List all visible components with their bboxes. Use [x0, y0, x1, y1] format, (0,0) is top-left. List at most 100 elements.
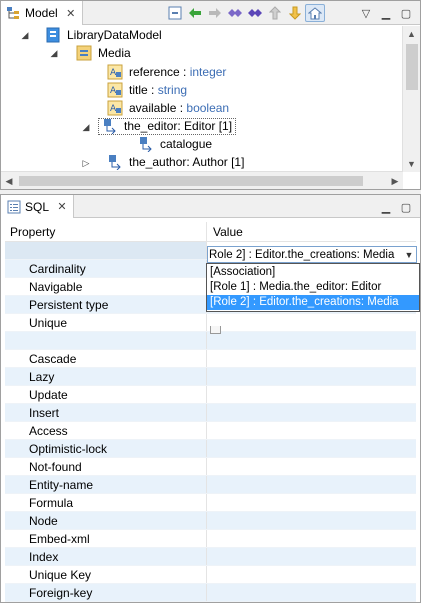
table-row[interactable] [5, 332, 416, 350]
table-row[interactable]: Index [5, 548, 416, 566]
property-name: Access [5, 422, 207, 439]
model-horizontal-scrollbar[interactable]: ◀ ▶ [1, 171, 403, 189]
svg-text:A: A [110, 104, 117, 114]
property-category [5, 332, 207, 349]
scroll-thumb[interactable] [406, 44, 418, 90]
view-menu-icon[interactable]: ▽ [356, 4, 376, 22]
tree-node-label: catalogue [160, 137, 213, 151]
tree-node-attribute[interactable]: A available : boolean [107, 99, 229, 117]
maximize-icon[interactable]: ▢ [396, 4, 416, 22]
table-row[interactable]: Node [5, 512, 416, 530]
table-row[interactable]: Update [5, 386, 416, 404]
tree-node-root[interactable]: LibraryDataModel [45, 26, 162, 44]
property-name: Node [5, 512, 207, 529]
property-value[interactable] [207, 512, 416, 529]
dropdown-option[interactable]: [Role 1] : Media.the_editor: Editor [207, 280, 419, 295]
property-value[interactable] [207, 530, 416, 547]
property-value[interactable] [207, 314, 416, 331]
dropdown-option[interactable]: [Association] [207, 265, 419, 280]
property-name: Foreign-key [5, 584, 207, 601]
relation-icon [138, 136, 154, 153]
collapsed-triangle-icon[interactable]: ▷ [81, 158, 91, 168]
scroll-right-icon[interactable]: ▶ [387, 172, 403, 190]
table-row[interactable]: Not-found [5, 458, 416, 476]
down-icon[interactable] [285, 4, 305, 22]
link-icon[interactable] [225, 4, 245, 22]
relation-icon [107, 154, 123, 171]
sql-tab[interactable]: SQL ✕ [1, 195, 75, 218]
property-name: Formula [5, 494, 207, 511]
property-value[interactable] [207, 332, 416, 349]
minimize-icon[interactable]: ▁ [376, 198, 396, 216]
attribute-name: title [129, 83, 148, 97]
checkbox-partial[interactable] [210, 326, 221, 334]
forward-icon[interactable] [205, 4, 225, 22]
table-row[interactable]: Insert [5, 404, 416, 422]
model-vertical-scrollbar[interactable]: ▲ ▼ [402, 26, 420, 172]
property-name: Entity-name [5, 476, 207, 493]
tree-node-label: the_editor: Editor [1] [124, 119, 233, 133]
minimize-icon[interactable]: ▁ [376, 4, 396, 22]
model-tree: ◢ LibraryDataModel ◢ Media A reference :… [1, 26, 403, 172]
dropdown-option-selected[interactable]: [Role 2] : Editor.the_creations: Media [207, 295, 419, 310]
property-value[interactable] [207, 494, 416, 511]
model-tab[interactable]: Model ✕ [1, 1, 83, 25]
tree-node-attribute[interactable]: A reference : integer [107, 63, 226, 81]
table-row[interactable]: Cascade [5, 350, 416, 368]
sql-view-tabbar: SQL ✕ ▁ ▢ [1, 195, 420, 218]
role-combobox[interactable]: Role 2] : Editor.the_creations: Media ▼ [207, 246, 417, 263]
tree-node-label: the_author: Author [1] [129, 155, 245, 169]
column-header-property[interactable]: Property [5, 222, 207, 242]
property-name: Unique [5, 314, 207, 331]
maximize-icon[interactable]: ▢ [396, 198, 416, 216]
scroll-thumb[interactable] [19, 176, 363, 186]
close-icon[interactable]: ✕ [57, 200, 67, 213]
property-name: Cardinality [5, 260, 207, 277]
scroll-left-icon[interactable]: ◀ [1, 172, 17, 190]
tree-node-relation-child[interactable]: catalogue [138, 135, 212, 153]
back-icon[interactable] [185, 4, 205, 22]
table-row[interactable]: Formula [5, 494, 416, 512]
link-alt-icon[interactable] [245, 4, 265, 22]
scroll-up-icon[interactable]: ▲ [403, 26, 420, 42]
property-value[interactable] [207, 386, 416, 403]
table-row[interactable]: Foreign-key [5, 584, 416, 602]
properties-icon [7, 200, 21, 214]
column-header-value[interactable]: Value [207, 222, 416, 242]
model-toolbar [165, 4, 325, 22]
property-value[interactable] [207, 476, 416, 493]
property-value[interactable] [207, 566, 416, 583]
expanded-triangle-icon[interactable]: ◢ [81, 122, 91, 132]
property-value[interactable] [207, 422, 416, 439]
type-separator: : [176, 101, 187, 115]
property-value[interactable] [207, 440, 416, 457]
table-row[interactable]: Access [5, 422, 416, 440]
tree-node-relation-selected[interactable]: the_editor: Editor [1] [98, 117, 237, 135]
table-row[interactable]: Optimistic-lock [5, 440, 416, 458]
table-row[interactable]: Entity-name [5, 476, 416, 494]
expanded-triangle-icon[interactable]: ◢ [49, 48, 59, 58]
collapse-all-icon[interactable] [165, 4, 185, 22]
scroll-down-icon[interactable]: ▼ [403, 156, 420, 172]
tree-node-entity[interactable]: Media [76, 44, 131, 62]
up-icon[interactable] [265, 4, 285, 22]
table-row[interactable]: Lazy [5, 368, 416, 386]
type-separator: : [179, 65, 190, 79]
expanded-triangle-icon[interactable]: ◢ [20, 30, 30, 40]
table-row[interactable]: Embed-xml [5, 530, 416, 548]
chevron-down-icon[interactable]: ▼ [402, 250, 416, 260]
tree-node-relation[interactable]: the_author: Author [1] [107, 153, 244, 171]
tree-node-attribute[interactable]: A title : string [107, 81, 187, 99]
property-value[interactable] [207, 548, 416, 565]
close-icon[interactable]: ✕ [66, 7, 76, 20]
model-view-controls: ▽ ▁ ▢ [356, 4, 416, 22]
property-value[interactable] [207, 368, 416, 385]
table-row[interactable]: Unique Key [5, 566, 416, 584]
property-name: Not-found [5, 458, 207, 475]
property-value[interactable] [207, 350, 416, 367]
sql-view-controls: ▁ ▢ [376, 198, 416, 216]
home-icon[interactable] [305, 4, 325, 22]
property-value[interactable] [207, 458, 416, 475]
property-value[interactable] [207, 404, 416, 421]
property-value[interactable] [207, 584, 416, 601]
